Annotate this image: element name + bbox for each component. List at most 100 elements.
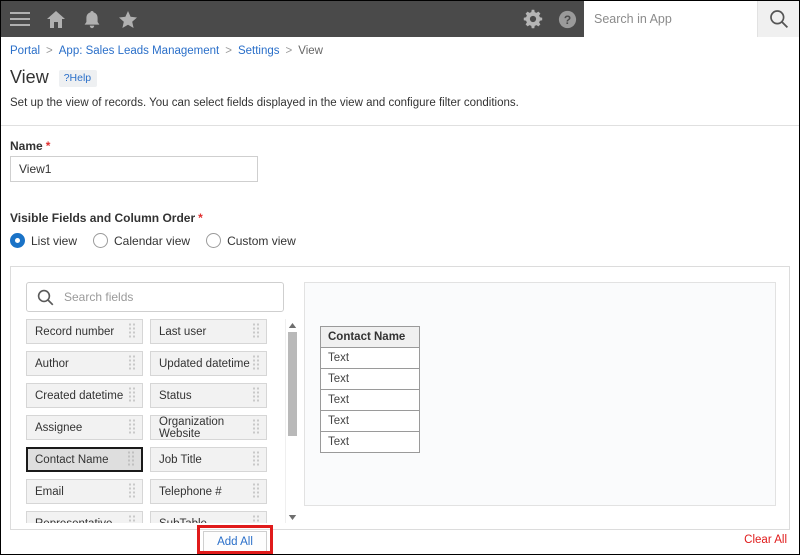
field-chip-label: Representative: [35, 518, 112, 524]
hamburger-menu-icon[interactable]: [9, 8, 31, 30]
search-input[interactable]: [584, 1, 757, 37]
field-chip[interactable]: Assignee: [26, 415, 143, 440]
breadcrumb-separator: >: [225, 45, 232, 57]
breadcrumb-separator: >: [286, 45, 293, 57]
field-chip[interactable]: Created datetime: [26, 383, 143, 408]
field-chip[interactable]: Record number: [26, 319, 143, 344]
field-selection-card: Record number Author Created datetime As…: [10, 266, 790, 530]
drag-handle-icon[interactable]: [253, 514, 261, 523]
radio-option-calendar-view[interactable]: Calendar view: [93, 233, 190, 248]
breadcrumb-item-portal[interactable]: Portal: [10, 45, 40, 57]
drag-handle-icon[interactable]: [253, 354, 261, 373]
search-icon: [37, 289, 54, 306]
card-footer: [1, 531, 799, 554]
app-window: ? Portal > App: Sales Leads Management >…: [0, 0, 800, 555]
topbar-actions: ?: [516, 1, 799, 37]
drag-handle-icon[interactable]: [253, 482, 261, 501]
radio-indicator-selected[interactable]: [10, 233, 25, 248]
add-all-button[interactable]: Add All: [203, 531, 267, 553]
preview-cell: Text: [321, 432, 420, 453]
field-chip-selected[interactable]: Contact Name: [26, 447, 143, 472]
drag-handle-icon[interactable]: [253, 386, 261, 405]
field-chip-label: Telephone #: [159, 486, 222, 498]
drag-handle-icon[interactable]: [129, 418, 137, 437]
name-label-text: Name: [10, 139, 43, 153]
help-circle-icon[interactable]: ?: [550, 1, 584, 37]
field-chip[interactable]: Job Title: [150, 447, 267, 472]
drag-handle-icon[interactable]: [129, 482, 137, 501]
field-chip-column-2: Last user Updated datetime Status Organi…: [150, 319, 267, 523]
visible-fields-label-text: Visible Fields and Column Order: [10, 211, 195, 225]
table-row: Text: [321, 348, 420, 369]
drag-handle-icon[interactable]: [129, 354, 137, 373]
home-icon[interactable]: [45, 8, 67, 30]
field-chip[interactable]: Telephone #: [150, 479, 267, 504]
field-chip[interactable]: Last user: [150, 319, 267, 344]
field-chip[interactable]: Organization Website: [150, 415, 267, 440]
field-chip-columns: Record number Author Created datetime As…: [26, 319, 284, 523]
radio-option-custom-view[interactable]: Custom view: [206, 233, 296, 248]
field-chip-label: Record number: [35, 326, 114, 338]
field-chip-label: Last user: [159, 326, 206, 338]
top-navigation-bar: ?: [1, 1, 799, 37]
scroll-up-arrow-icon[interactable]: [286, 319, 299, 331]
field-search-input[interactable]: [62, 289, 283, 305]
radio-label-list-view: List view: [31, 234, 77, 248]
scroll-down-arrow-icon[interactable]: [286, 511, 299, 523]
search-submit-button[interactable]: [757, 1, 799, 37]
field-search-box[interactable]: [26, 282, 284, 312]
preview-cell: Text: [321, 411, 420, 432]
gear-icon[interactable]: [516, 1, 550, 37]
field-chip-label: Assignee: [35, 422, 82, 434]
name-required-marker: *: [46, 139, 51, 153]
visible-fields-label: Visible Fields and Column Order*: [10, 211, 203, 225]
field-chip-label: Contact Name: [35, 454, 109, 466]
field-list-scrollbar[interactable]: [285, 319, 298, 523]
drag-handle-icon[interactable]: [253, 322, 261, 341]
field-chip[interactable]: SubTable: [150, 511, 267, 523]
field-chip[interactable]: Updated datetime: [150, 351, 267, 376]
view-type-radio-group: List view Calendar view Custom view: [10, 233, 312, 248]
drag-handle-icon[interactable]: [129, 514, 137, 523]
drag-handle-icon[interactable]: [129, 386, 137, 405]
field-chip-label: Status: [159, 390, 192, 402]
drag-handle-icon[interactable]: [253, 450, 261, 469]
table-row: Text: [321, 390, 420, 411]
field-chip[interactable]: Status: [150, 383, 267, 408]
available-fields-list: Record number Author Created datetime As…: [26, 319, 284, 523]
breadcrumb-item-settings[interactable]: Settings: [238, 45, 280, 57]
view-preview-pane: Contact Name Text Text Text Text Text: [304, 282, 776, 506]
page-heading-row: View ?Help: [10, 67, 97, 89]
topbar-icon-group: [1, 8, 139, 30]
preview-column-header[interactable]: Contact Name: [321, 327, 420, 348]
breadcrumb-item-view: View: [298, 45, 323, 57]
radio-indicator[interactable]: [206, 233, 221, 248]
field-chip[interactable]: Representative: [26, 511, 143, 523]
visible-fields-required-marker: *: [198, 211, 203, 225]
name-input[interactable]: [10, 156, 258, 182]
name-field-label: Name*: [10, 139, 50, 153]
field-chip[interactable]: Author: [26, 351, 143, 376]
svg-text:?: ?: [563, 13, 570, 27]
clear-all-link[interactable]: Clear All: [744, 534, 787, 546]
table-row: Text: [321, 411, 420, 432]
field-chip[interactable]: Email: [26, 479, 143, 504]
field-chip-label: Author: [35, 358, 69, 370]
bell-icon[interactable]: [81, 8, 103, 30]
drag-handle-icon[interactable]: [253, 418, 261, 437]
radio-label-custom-view: Custom view: [227, 234, 296, 248]
radio-indicator[interactable]: [93, 233, 108, 248]
breadcrumb-separator: >: [46, 45, 53, 57]
star-icon[interactable]: [117, 8, 139, 30]
table-row: Text: [321, 369, 420, 390]
breadcrumb-item-app[interactable]: App: Sales Leads Management: [59, 45, 219, 57]
drag-handle-icon[interactable]: [128, 450, 136, 469]
app-search-box[interactable]: [584, 1, 799, 37]
breadcrumb: Portal > App: Sales Leads Management > S…: [1, 37, 799, 65]
radio-option-list-view[interactable]: List view: [10, 233, 77, 248]
drag-handle-icon[interactable]: [129, 322, 137, 341]
help-link-button[interactable]: ?Help: [59, 70, 97, 87]
preview-cell: Text: [321, 369, 420, 390]
radio-label-calendar-view: Calendar view: [114, 234, 190, 248]
scrollbar-thumb[interactable]: [288, 332, 297, 436]
